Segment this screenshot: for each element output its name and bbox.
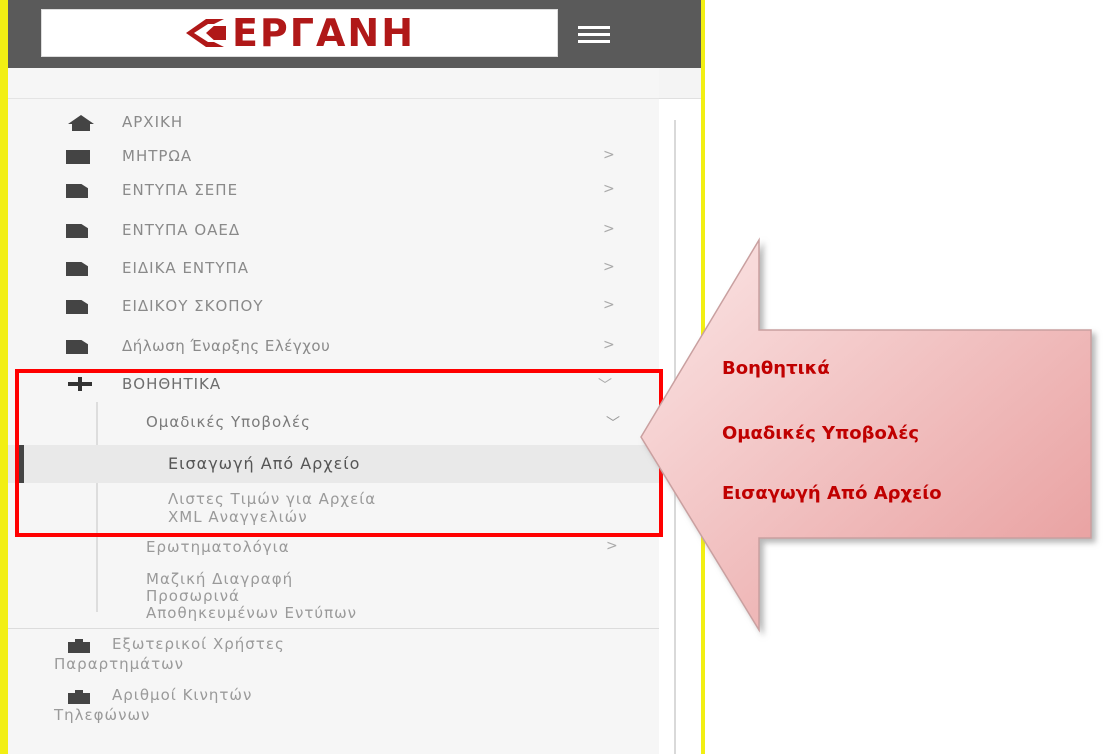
- submenu-item-label-line1: Λιστες Τιμών για Αρχεία: [168, 490, 377, 508]
- sidebar-item-label-line2: Παραρτημάτων: [54, 655, 185, 673]
- active-indicator: [16, 445, 24, 483]
- logo-emblem-icon: [185, 19, 226, 47]
- sidebar-item-sepe-forms[interactable]: ΕΝΤΥΠΑ ΣΕΠΕ >: [8, 174, 659, 208]
- sidebar: ΑΡΧΙΚΗ ΜΗΤΡΩΑ > ΕΝΤΥΠΑ ΣΕΠΕ > ΕΝΤΥΠΑ ΟΑΕ…: [8, 68, 659, 754]
- submenu-group-label: Ομαδικές Υποβολές: [146, 413, 311, 431]
- sidebar-item-inspection-declaration[interactable]: Δήλωση Έναρξης Ελέγχου >: [8, 330, 659, 364]
- submenu-item-questionnaires[interactable]: Ερωτηματολόγια >: [8, 536, 659, 562]
- chevron-right-icon: >: [603, 297, 615, 313]
- sidebar-item-label: ΕΙΔΙΚΑ ΕΝΤΥΠΑ: [122, 259, 250, 277]
- file-icon: [66, 184, 88, 198]
- submenu-group-submissions[interactable]: Ομαδικές Υποβολές ﹀: [8, 406, 659, 440]
- sidebar-item-label: Δήλωση Έναρξης Ελέγχου: [122, 337, 331, 355]
- sidebar-item-label: ΕΙΔΙΚΟΥ ΣΚΟΠΟΥ: [122, 297, 264, 315]
- callout-text-line2: Ομαδικές Υποβολές: [722, 423, 920, 444]
- sidebar-item-mobile-numbers[interactable]: Αριθμοί Κινητών Τηλεφώνων: [8, 682, 659, 732]
- sidebar-item-registers[interactable]: ΜΗΤΡΩΑ >: [8, 140, 659, 174]
- callout-text-line1: Βοηθητικά: [722, 358, 830, 379]
- submenu-item-value-lists[interactable]: Λιστες Τιμών για Αρχεία XML Αναγγελιών: [8, 486, 659, 534]
- file-icon: [66, 224, 88, 238]
- book-icon: [66, 150, 90, 164]
- submenu-item-label-line1: Μαζική Διαγραφή: [146, 570, 294, 588]
- sidebar-item-label: ΕΝΤΥΠΑ ΟΑΕΔ: [122, 221, 241, 239]
- sidebar-item-label-line2: Τηλεφώνων: [54, 706, 151, 724]
- chevron-down-icon: ﹀: [598, 378, 612, 394]
- main-header-band: [659, 68, 701, 99]
- file-icon: [66, 300, 88, 314]
- app-window: ΕΡΓΑΝΗ ΑΡΧΙΚΗ ΜΗΤΡΩΑ > ΕΝΤΥΠΑ ΣΕΠΕ > ΕΝΤ…: [8, 0, 701, 754]
- sidebar-item-label: ΑΡΧΙΚΗ: [122, 113, 184, 131]
- submenu-item-mass-delete[interactable]: Μαζική Διαγραφή Προσωρινά Αποθηκευμένων …: [8, 568, 659, 626]
- chevron-right-icon: >: [603, 337, 615, 353]
- home-icon: [68, 115, 94, 131]
- chevron-right-icon: >: [603, 147, 615, 163]
- sidebar-item-label-line1: Εξωτερικοί Χρήστες: [112, 635, 285, 653]
- submenu-item-label-line3: Αποθηκευμένων Εντύπων: [146, 604, 358, 622]
- chevron-right-icon: >: [603, 259, 615, 275]
- hamburger-menu-icon[interactable]: [578, 24, 610, 46]
- submenu-item-label-line2: XML Αναγγελιών: [168, 508, 308, 526]
- submenu-item-label: Ερωτηματολόγια: [146, 538, 290, 556]
- briefcase-icon: [68, 690, 90, 704]
- chevron-right-icon: >: [606, 538, 618, 554]
- chevron-right-icon: >: [603, 181, 615, 197]
- sidebar-header-band: [8, 68, 659, 99]
- left-edge-band: [0, 0, 8, 754]
- sidebar-item-external-users[interactable]: Εξωτερικοί Χρήστες Παραρτημάτων: [8, 628, 659, 679]
- plus-icon: [68, 377, 92, 391]
- sidebar-item-oaed-forms[interactable]: ΕΝΤΥΠΑ ΟΑΕΔ >: [8, 214, 659, 248]
- briefcase-icon: [68, 639, 90, 653]
- sidebar-item-special-forms[interactable]: ΕΙΔΙΚΑ ΕΝΤΥΠΑ >: [8, 252, 659, 286]
- logo-text: ΕΡΓΑΝΗ: [231, 11, 416, 55]
- logo[interactable]: ΕΡΓΑΝΗ: [41, 9, 558, 57]
- file-icon: [66, 340, 88, 354]
- sidebar-item-label: ΒΟΗΘΗΤΙΚΑ: [122, 375, 222, 393]
- sidebar-item-special-purpose[interactable]: ΕΙΔΙΚΟΥ ΣΚΟΠΟΥ >: [8, 290, 659, 324]
- sidebar-item-label-line1: Αριθμοί Κινητών: [112, 686, 253, 704]
- submenu-item-import-from-file[interactable]: Εισαγωγή Από Αρχείο: [8, 445, 659, 483]
- sidebar-item-home[interactable]: ΑΡΧΙΚΗ: [8, 106, 659, 140]
- sidebar-item-label: ΕΝΤΥΠΑ ΣΕΠΕ: [122, 181, 239, 199]
- top-bar: ΕΡΓΑΝΗ: [8, 0, 701, 68]
- callout-text-line3: Εισαγωγή Από Αρχείο: [722, 483, 942, 504]
- file-icon: [66, 262, 88, 276]
- chevron-right-icon: >: [603, 221, 615, 237]
- submenu-item-label: Εισαγωγή Από Αρχείο: [168, 454, 361, 473]
- sidebar-item-label: ΜΗΤΡΩΑ: [122, 147, 193, 165]
- submenu-item-label-line2: Προσωρινά: [146, 587, 240, 605]
- chevron-down-icon: ﹀: [606, 416, 620, 432]
- sidebar-item-auxiliary[interactable]: ΒΟΗΘΗΤΙΚΑ ﹀: [8, 368, 659, 402]
